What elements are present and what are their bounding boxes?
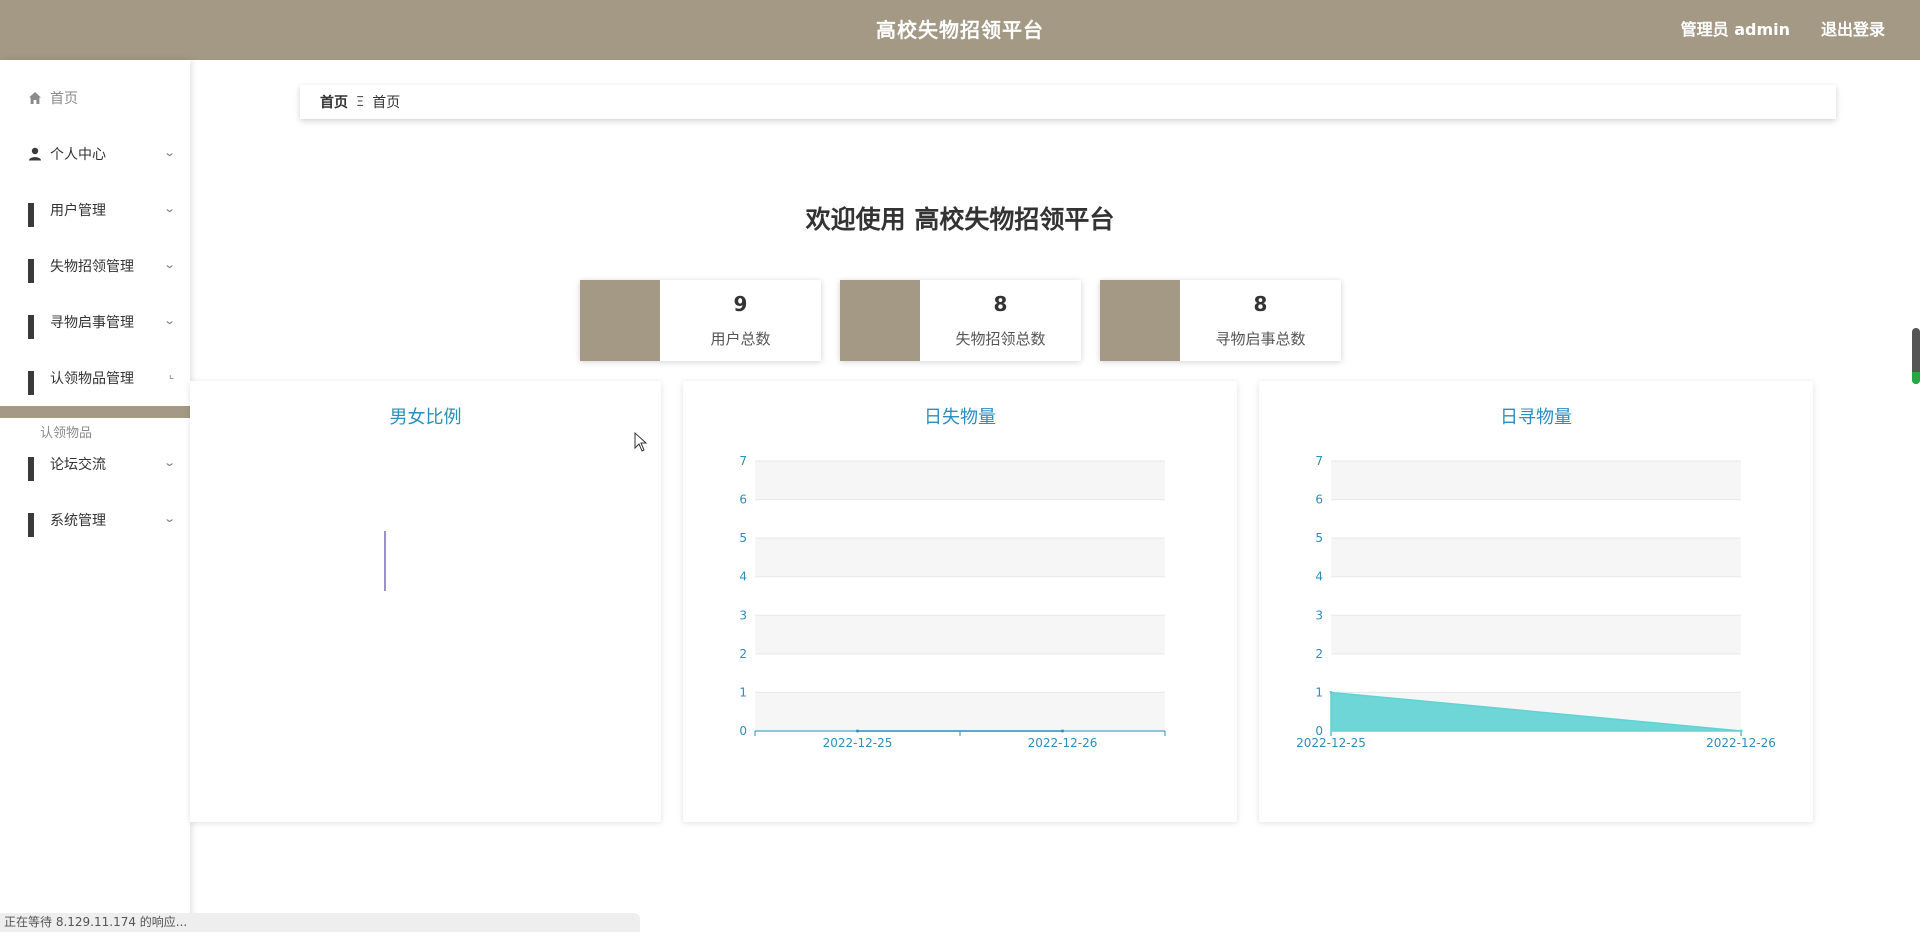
stat-value: 9 [733,292,748,316]
grid-icon [28,315,42,339]
sidebar-item-profile[interactable]: 个人中心 ⌄ [0,134,190,174]
y-tick-label: 3 [739,608,747,622]
y-tick-label: 4 [1315,570,1323,584]
x-tick-label: 2022-12-26 [1706,736,1776,750]
breadcrumb: 首页 Ξ 首页 [300,85,1836,119]
sidebar-item-lost-found-management[interactable]: 失物招领管理 ⌄ [0,246,190,286]
stat-value: 8 [993,292,1008,316]
area-chart: 0 1 2 3 4 5 6 7 2022-12-25 2022-12-26 [739,454,1166,750]
chevron-down-icon: ⌄ [162,512,176,525]
sidebar-item-label: 寻物启事管理 [50,315,134,331]
stat-card-lost-notices: 8 寻物启事总数 [1100,280,1341,361]
grid-band [755,692,1165,731]
y-tick-label: 1 [739,685,747,699]
x-tick-label: 2022-12-25 [823,736,893,750]
grid-band [755,615,1165,654]
data-point [1739,729,1743,733]
home-icon [28,91,42,105]
sidebar-item-label: 系统管理 [50,513,106,529]
stat-color-block [1100,280,1180,361]
y-tick-label: 6 [739,493,747,507]
y-tick-label: 5 [1315,531,1323,545]
stat-card-lost-found: 8 失物招领总数 [840,280,1081,361]
chevron-up-icon: ⌞ [168,368,174,381]
y-tick-label: 5 [739,531,747,545]
sidebar-item-claim-management[interactable]: 认领物品管理 ⌞ [0,358,190,398]
y-tick-label: 4 [739,570,747,584]
breadcrumb-home[interactable]: 首页 [320,92,348,112]
chevron-down-icon: ⌄ [162,146,176,159]
stat-label: 失物招领总数 [955,330,1046,348]
y-tick-label: 6 [1315,493,1323,507]
area-chart: 012345672022-12-25 2022-12-26 [1296,454,1776,750]
stat-color-block [840,280,920,361]
grid-icon [28,203,42,227]
stat-card-users: 9 用户总数 [580,280,821,361]
sidebar-item-system-management[interactable]: 系统管理 ⌄ [0,500,190,540]
grid-icon [28,371,42,395]
pie-chart [384,531,386,591]
chart-card-gender-ratio: 男女比例 [190,381,661,822]
x-tick-label: 2022-12-26 [1028,736,1098,750]
y-tick-label: 1 [1315,685,1323,699]
y-tick-label: 2 [1315,647,1323,661]
sidebar-item-forum[interactable]: 论坛交流 ⌄ [0,444,190,484]
top-header: 高校失物招领平台 管理员 admin 退出登录 [0,0,1920,60]
sidebar-item-label: 认领物品管理 [50,371,134,387]
grid-icon [28,259,42,283]
sidebar: 首页 个人中心 ⌄ 用户管理 ⌄ 失物招领管理 ⌄ 寻物启事管理 ⌄ 认领物品管… [0,60,190,932]
app-title: 高校失物招领平台 [876,18,1044,42]
grid-band [1331,461,1741,500]
chevron-down-icon: ⌄ [162,258,176,271]
y-tick-label: 2 [739,647,747,661]
submenu-divider [0,406,190,418]
browser-status-bar: 正在等待 8.129.11.174 的响应... [0,913,640,932]
sidebar-item-lost-notice-management[interactable]: 寻物启事管理 ⌄ [0,302,190,342]
x-tick-label: 2022-12-25 [1296,736,1366,750]
page-scrollbar[interactable] [1912,328,1920,384]
sidebar-item-label: 用户管理 [50,203,106,219]
grid-band [1331,615,1741,654]
sidebar-item-label: 失物招领管理 [50,259,134,275]
grid-band [755,538,1165,577]
stat-label: 寻物启事总数 [1215,330,1306,348]
sidebar-item-label: 论坛交流 [50,457,106,473]
logout-button[interactable]: 退出登录 [1821,0,1885,60]
welcome-heading: 欢迎使用 高校失物招领平台 [805,205,1115,234]
sidebar-item-label: 首页 [50,91,78,107]
sidebar-item-user-management[interactable]: 用户管理 ⌄ [0,190,190,230]
y-tick-label: 0 [739,724,747,738]
y-tick-label: 3 [1315,608,1323,622]
grid-band [1331,538,1741,577]
chevron-down-icon: ⌄ [162,314,176,327]
stat-color-block [580,280,660,361]
breadcrumb-separator: Ξ [356,94,365,110]
mouse-cursor-icon [634,432,648,452]
breadcrumb-current: 首页 [372,95,401,111]
grid-icon [28,513,42,537]
stat-value: 8 [1253,292,1268,316]
grid-band [755,461,1165,500]
stat-label: 用户总数 [710,330,771,348]
user-icon [28,147,42,161]
chevron-down-icon: ⌄ [162,202,176,215]
data-point [1329,690,1333,694]
chart-card-daily-lost: 日失物量 0 1 2 3 4 5 6 7 2022-12-25 2022-12-26 [683,381,1237,822]
sidebar-item-home[interactable]: 首页 [0,78,190,118]
data-point [1061,729,1064,733]
sidebar-item-label: 个人中心 [50,147,106,163]
y-tick-label: 7 [739,454,747,468]
y-tick-label: 7 [1315,454,1323,468]
data-point [856,729,859,733]
grid-icon [28,457,42,481]
chevron-down-icon: ⌄ [162,456,176,469]
current-user: 管理员 admin [1680,20,1790,39]
chart-card-daily-search: 日寻物量 0 1 2 3 4 5 6 7 2022-12-25 2022-12-26 [1259,381,1813,822]
sidebar-subitem-claimed-items[interactable]: 认领物品 [40,422,92,441]
